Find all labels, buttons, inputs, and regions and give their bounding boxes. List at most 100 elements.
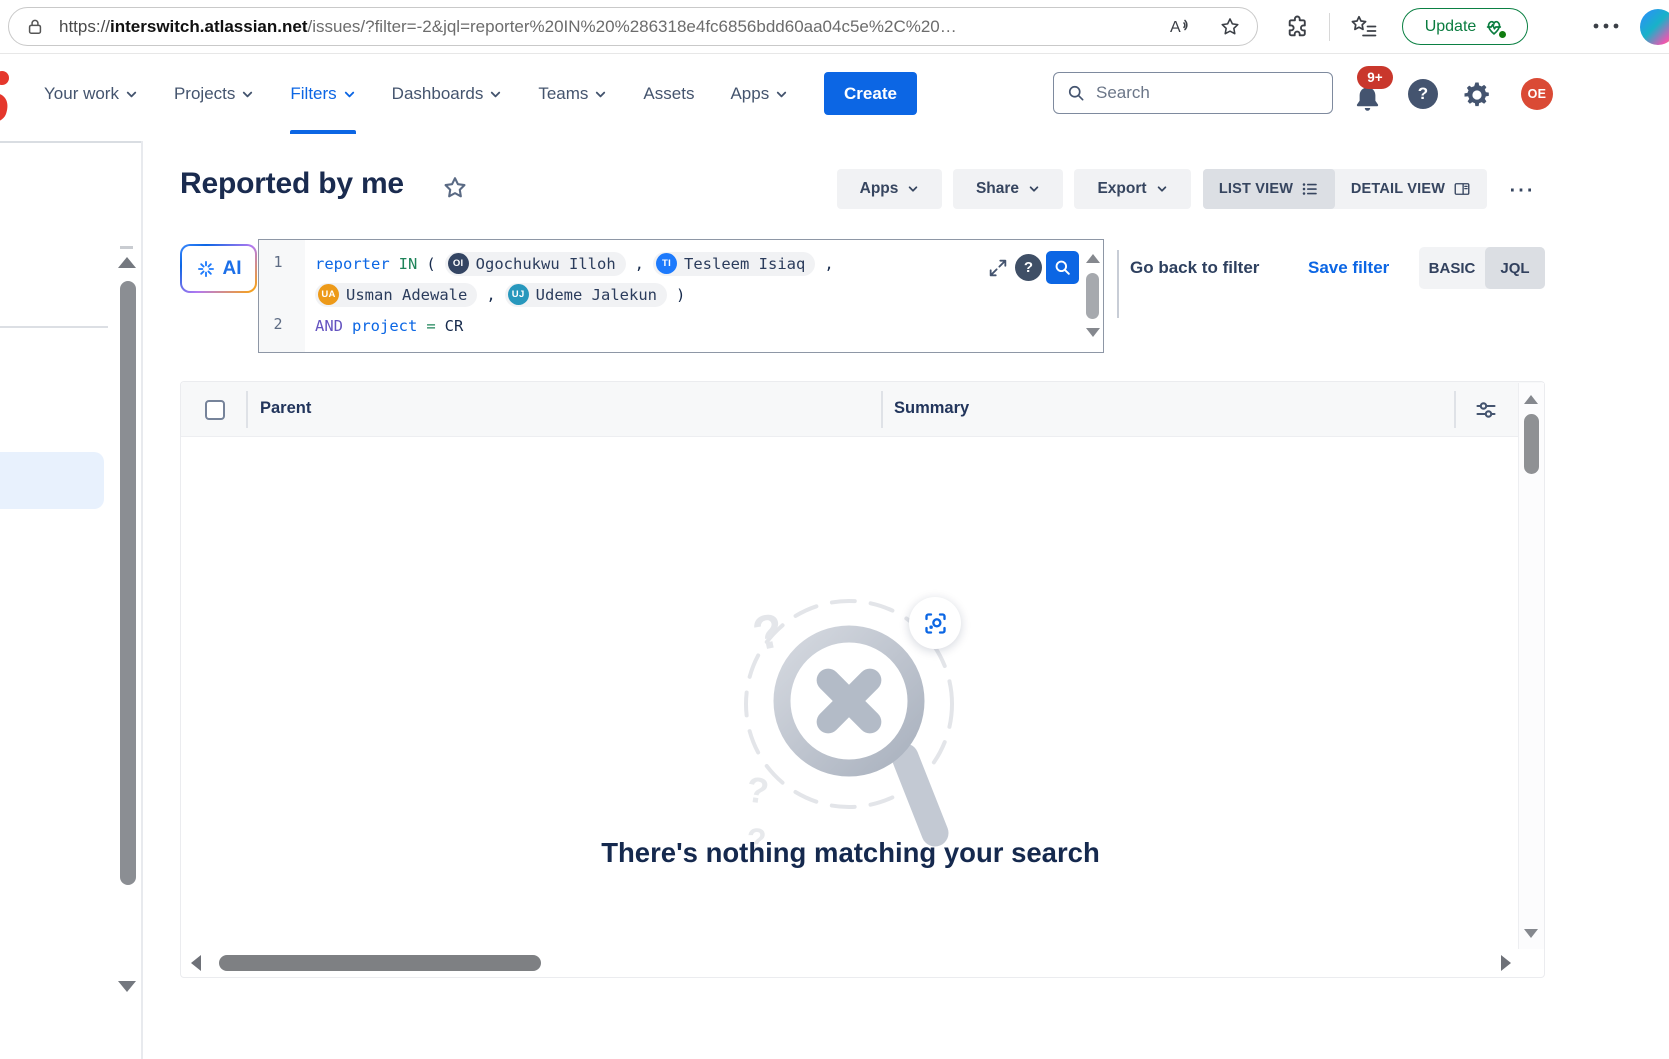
browser-more-icon[interactable] xyxy=(1592,22,1620,30)
jira-navbar: Your work Projects Filters Dashboards Te… xyxy=(0,54,1669,134)
jira-logo xyxy=(0,66,22,131)
table-scroll-down-arrow[interactable] xyxy=(1524,929,1538,938)
nav-item-projects[interactable]: Projects xyxy=(174,54,254,134)
list-view-icon xyxy=(1301,180,1319,198)
jql-code-row: UA Usman Adewale , UJ Udeme Jalekun ) xyxy=(315,279,834,310)
go-back-to-filter-link[interactable]: Go back to filter xyxy=(1130,258,1259,278)
sidebar-scrollbar-thumb[interactable] xyxy=(120,281,136,885)
avatar-initials: OI xyxy=(453,258,464,269)
sidebar-scroll-up-arrow[interactable] xyxy=(118,257,136,268)
expand-icon[interactable] xyxy=(987,257,1009,284)
jql-scrollbar-thumb[interactable] xyxy=(1086,273,1099,319)
user-avatar[interactable]: OE xyxy=(1521,78,1553,110)
url-text[interactable]: https://interswitch.atlassian.net/issues… xyxy=(59,17,1169,37)
visual-search-icon xyxy=(922,610,949,637)
table-horizontal-thumb[interactable] xyxy=(219,955,541,971)
jql-search-button[interactable] xyxy=(1046,251,1079,284)
nav-label: Teams xyxy=(538,84,588,104)
nav-item-your-work[interactable]: Your work xyxy=(44,54,138,134)
help-icon[interactable]: ? xyxy=(1408,79,1438,109)
update-label: Update xyxy=(1425,18,1477,36)
chevron-down-icon xyxy=(907,183,919,195)
nav-item-teams[interactable]: Teams xyxy=(538,54,607,134)
lock-icon[interactable] xyxy=(25,17,45,37)
avatar: TI xyxy=(656,253,677,274)
apps-label: Apps xyxy=(860,180,899,198)
nav-item-apps[interactable]: Apps xyxy=(730,54,788,134)
results-table: Parent Summary ? ? ? xyxy=(180,381,1545,978)
detail-view-button[interactable]: DETAIL VIEW xyxy=(1335,169,1487,209)
nav-label: Projects xyxy=(174,84,235,104)
nav-item-filters[interactable]: Filters xyxy=(290,54,355,134)
avatar-initials: TI xyxy=(662,258,671,269)
jql-comma: , xyxy=(486,286,495,304)
table-scroll-left-arrow[interactable] xyxy=(191,955,201,971)
global-search[interactable] xyxy=(1053,72,1333,114)
notifications-bell-icon[interactable] xyxy=(1352,84,1383,120)
primary-nav: Your work Projects Filters Dashboards Te… xyxy=(44,54,788,134)
jql-paren: ) xyxy=(676,286,685,304)
extensions-icon[interactable] xyxy=(1285,14,1310,39)
share-dropdown-button[interactable]: Share xyxy=(953,169,1063,209)
address-bar[interactable]: https://interswitch.atlassian.net/issues… xyxy=(8,7,1258,46)
jql-editor[interactable]: 1 2 reporter IN ( OI Ogochukwu Illoh , T… xyxy=(258,239,1104,353)
line-number: 2 xyxy=(263,315,293,333)
browser-update-button[interactable]: Update xyxy=(1402,8,1528,45)
basic-mode-button[interactable]: BASIC xyxy=(1419,247,1485,289)
table-scroll-right-arrow[interactable] xyxy=(1501,955,1511,971)
jql-mode-button[interactable]: JQL xyxy=(1485,247,1545,289)
chip-name: Tesleem Isiaq xyxy=(684,255,805,273)
create-button[interactable]: Create xyxy=(824,72,917,115)
jql-help-icon[interactable]: ? xyxy=(1015,254,1042,281)
settings-gear-icon[interactable] xyxy=(1462,80,1492,115)
column-settings-icon[interactable] xyxy=(1474,398,1498,427)
export-dropdown-button[interactable]: Export xyxy=(1074,169,1191,209)
browser-essentials-icon xyxy=(1483,16,1505,38)
nav-item-assets[interactable]: Assets xyxy=(643,54,694,134)
user-chip[interactable]: UA Usman Adewale xyxy=(315,283,477,307)
active-tab-underline xyxy=(290,130,355,134)
nav-item-dashboards[interactable]: Dashboards xyxy=(392,54,503,134)
sidebar-scroll-down-arrow[interactable] xyxy=(118,981,136,992)
chip-name: Ogochukwu Illoh xyxy=(476,255,616,273)
more-glyph: ⋯ xyxy=(1508,174,1534,205)
search-input[interactable] xyxy=(1096,83,1306,103)
jql-field-token: project xyxy=(352,317,417,335)
table-vertical-thumb[interactable] xyxy=(1524,414,1539,474)
star-favorite-icon[interactable] xyxy=(441,174,469,207)
column-divider xyxy=(881,391,883,428)
user-chip[interactable]: OI Ogochukwu Illoh xyxy=(445,252,626,276)
screen: https://interswitch.atlassian.net/issues… xyxy=(0,0,1669,1059)
export-label: Export xyxy=(1097,180,1146,198)
read-aloud-icon[interactable]: A xyxy=(1169,16,1193,38)
chip-name: Udeme Jalekun xyxy=(536,286,657,304)
ai-button[interactable]: AI xyxy=(180,244,257,293)
jql-operator-token: IN xyxy=(399,255,418,273)
copilot-icon[interactable] xyxy=(1640,9,1669,45)
user-chip[interactable]: TI Tesleem Isiaq xyxy=(653,252,815,276)
sidebar-selected-item[interactable] xyxy=(0,452,104,509)
table-scroll-up-arrow[interactable] xyxy=(1524,395,1538,404)
page-more-button[interactable]: ⋯ xyxy=(1497,169,1545,209)
favorites-hub-icon[interactable] xyxy=(1350,13,1378,39)
list-view-button[interactable]: LIST VIEW xyxy=(1203,169,1335,209)
url-path: /issues/?filter=-2&jql=reporter%20IN%20%… xyxy=(307,17,956,36)
jql-scroll-down-arrow[interactable] xyxy=(1086,328,1100,337)
ai-sparkle-icon xyxy=(196,259,216,279)
jql-scroll-up-arrow[interactable] xyxy=(1086,254,1100,263)
user-chip[interactable]: UJ Udeme Jalekun xyxy=(505,283,667,307)
visual-search-badge[interactable] xyxy=(909,597,961,649)
column-header-summary: Summary xyxy=(894,399,969,418)
column-divider xyxy=(1454,391,1456,428)
column-header-parent: Parent xyxy=(260,399,311,418)
detail-view-label: DETAIL VIEW xyxy=(1351,181,1445,197)
save-filter-link[interactable]: Save filter xyxy=(1308,258,1389,278)
ai-label: AI xyxy=(223,258,242,280)
apps-dropdown-button[interactable]: Apps xyxy=(837,169,942,209)
favorite-star-icon[interactable] xyxy=(1219,16,1241,38)
select-all-checkbox[interactable] xyxy=(205,400,225,420)
avatar: UJ xyxy=(508,284,529,305)
chevron-down-icon xyxy=(489,88,502,101)
toolbar-divider xyxy=(1329,13,1330,41)
update-status-dot xyxy=(1497,29,1508,40)
